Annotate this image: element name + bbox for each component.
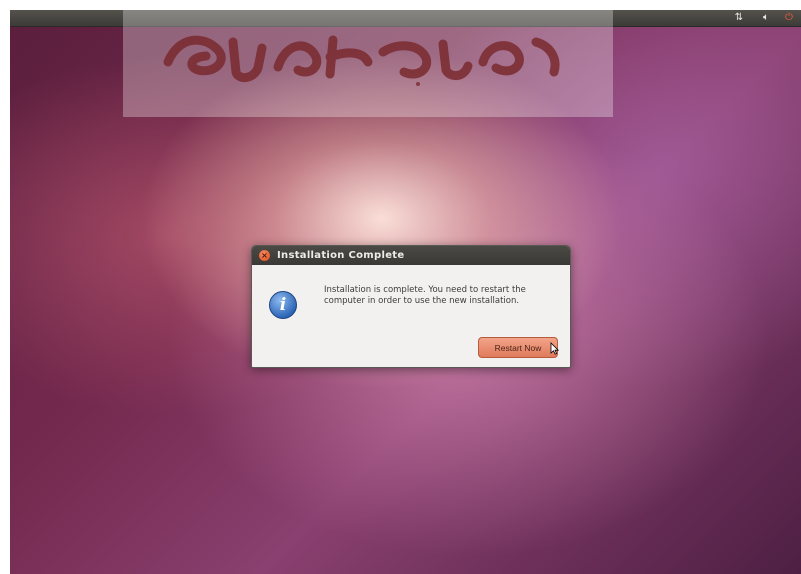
restart-now-button[interactable]: Restart Now [478,337,558,358]
mouse-cursor-icon [550,342,560,355]
dialog-title: Installation Complete [277,250,405,261]
dialog-titlebar[interactable]: × Installation Complete [252,246,570,265]
power-icon[interactable]: ⏻ [782,11,796,25]
installation-dialog: × Installation Complete i Installation i… [251,245,571,368]
volume-icon[interactable]: 🔈︎ [758,11,774,25]
close-icon[interactable]: × [259,250,270,261]
watermark-logo [123,10,613,117]
desktop: ⇅ 🔈︎ ⏻ × Installation Complete i Install… [10,10,801,574]
calligraphy-logo [163,35,560,86]
network-icon[interactable]: ⇅ [732,11,746,25]
info-icon: i [269,291,297,319]
dialog-message: Installation is complete. You need to re… [324,285,526,306]
